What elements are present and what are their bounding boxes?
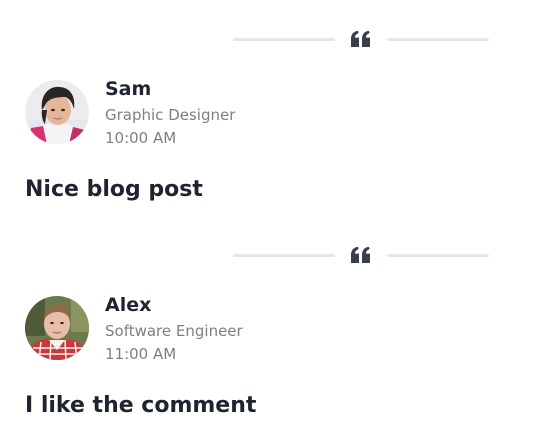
avatar-image xyxy=(25,296,89,360)
comment-time: 11:00 AM xyxy=(105,345,177,363)
quote-divider xyxy=(233,30,489,48)
avatar xyxy=(25,296,89,360)
author-name: Alex xyxy=(105,294,152,316)
quote-icon xyxy=(351,246,370,263)
divider-line-right xyxy=(387,254,489,257)
avatar xyxy=(25,80,89,144)
divider-line-left xyxy=(233,254,335,257)
comment-text: I like the comment xyxy=(25,393,257,418)
comment-text: Nice blog post xyxy=(25,177,203,202)
comment-card: Sam Graphic Designer 10:00 AM Nice blog … xyxy=(0,0,536,202)
comment-time: 10:00 AM xyxy=(105,129,177,147)
comment-card: Alex Software Engineer 11:00 AM I like t… xyxy=(0,216,536,418)
author-name: Sam xyxy=(105,78,152,100)
divider-line-right xyxy=(387,38,489,41)
avatar-image xyxy=(25,80,89,144)
author-role: Graphic Designer xyxy=(105,106,236,124)
author-role: Software Engineer xyxy=(105,322,243,340)
quote-icon xyxy=(351,30,370,47)
quote-divider xyxy=(233,246,489,264)
divider-line-left xyxy=(233,38,335,41)
